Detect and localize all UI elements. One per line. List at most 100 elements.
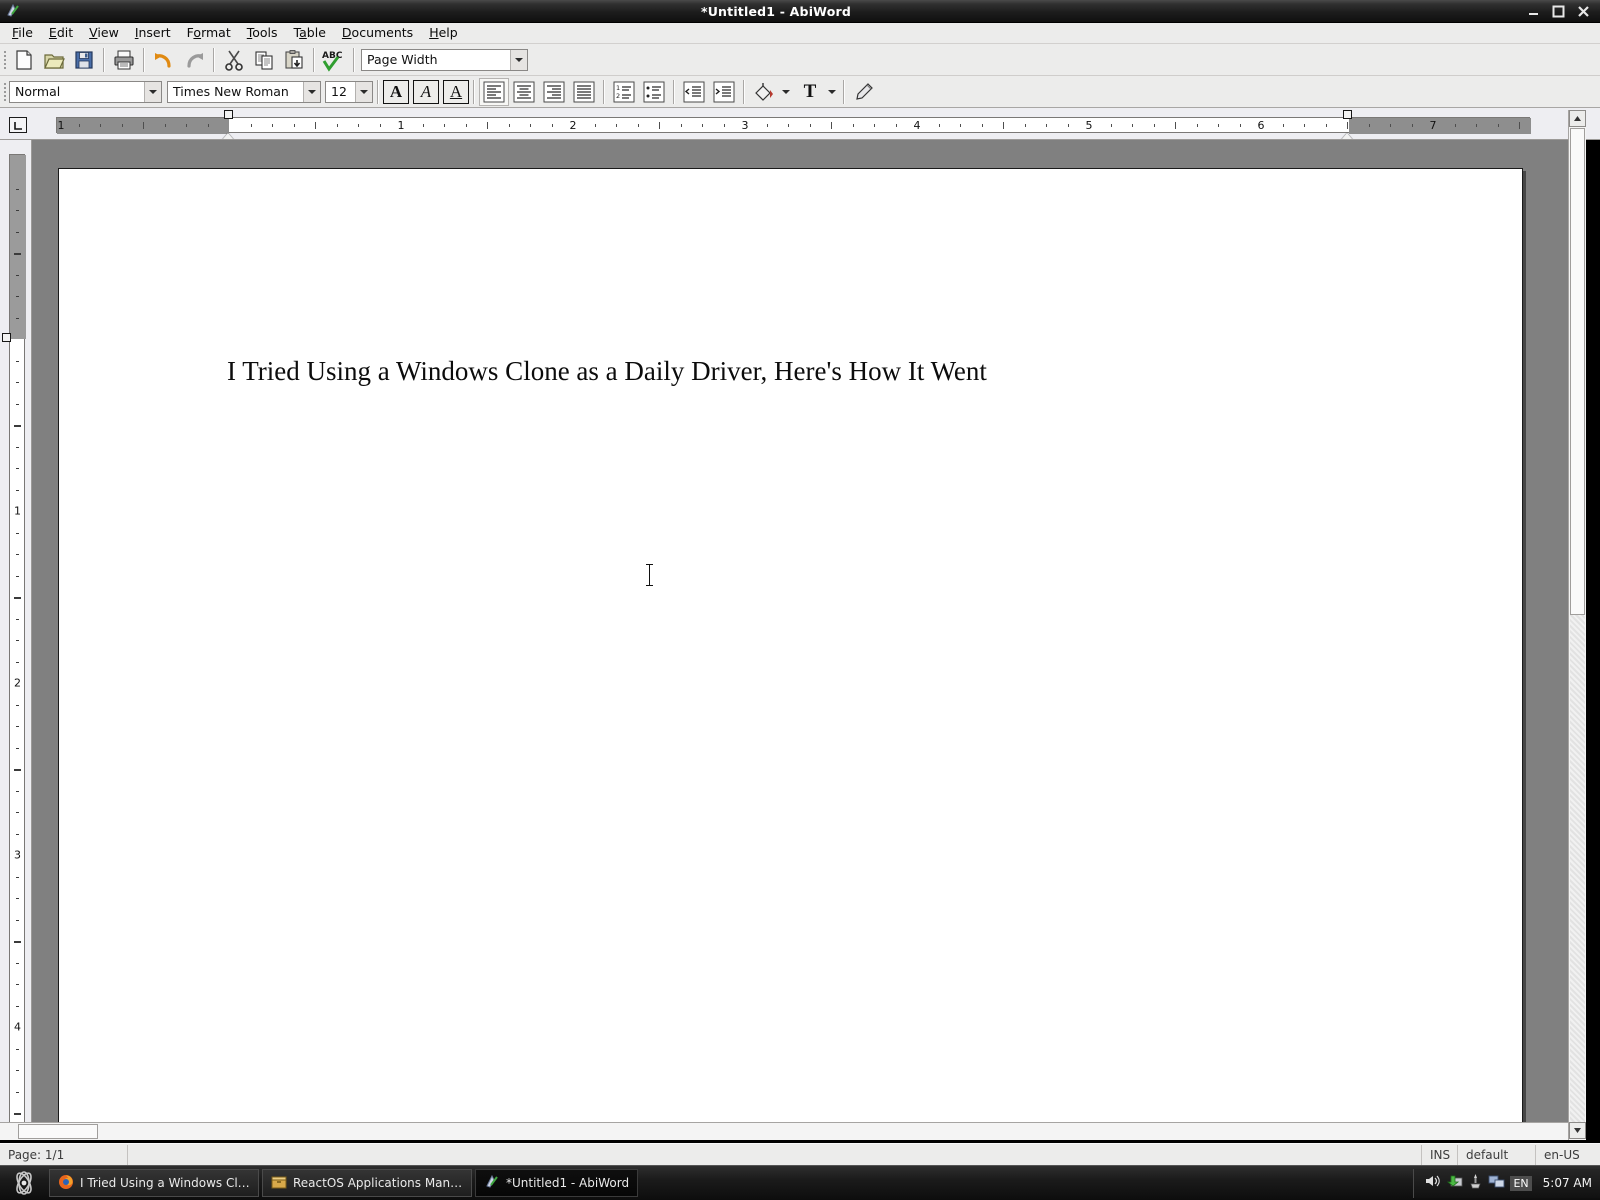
numbered-list-button[interactable]: 1 2 [609, 78, 639, 106]
status-style[interactable]: default [1458, 1144, 1536, 1165]
fill-color-dropdown[interactable] [779, 79, 793, 105]
ruler-tick [1132, 124, 1133, 127]
zoom-combo-arrow[interactable] [510, 49, 527, 70]
document-canvas[interactable]: I Tried Using a Windows Clone as a Daily… [32, 140, 1568, 1140]
tool-icon[interactable] [1468, 1173, 1483, 1194]
menu-file[interactable]: File [4, 23, 41, 43]
paste-button[interactable] [279, 46, 309, 74]
left-indent-top-marker[interactable] [224, 110, 233, 119]
start-button[interactable] [2, 1168, 46, 1199]
toolbar-separator [143, 47, 145, 72]
horizontal-scrollbar-thumb[interactable] [18, 1124, 98, 1139]
top-margin-marker[interactable] [2, 333, 11, 342]
fill-color-button[interactable] [749, 78, 779, 106]
undo-button[interactable] [149, 46, 179, 74]
toolbar-separator [743, 79, 745, 104]
vertical-scrollbar[interactable] [1568, 110, 1586, 1140]
underline-label: A [449, 81, 463, 101]
bold-button[interactable]: A [383, 79, 409, 104]
scroll-up-button[interactable] [1569, 110, 1586, 127]
menu-insert[interactable]: Insert [127, 23, 179, 43]
network-monitor-icon[interactable] [1488, 1173, 1505, 1194]
align-left-button[interactable] [479, 77, 509, 106]
text-cursor [646, 564, 653, 586]
menu-table[interactable]: Table [286, 23, 334, 43]
redo-button[interactable] [179, 46, 209, 74]
ruler-tick [16, 1091, 19, 1093]
vertical-ruler-track[interactable]: 1 2 3 4 [9, 154, 26, 1139]
copy-button[interactable] [249, 46, 279, 74]
zoom-combo[interactable]: Page Width [361, 48, 528, 71]
taskbar-item-reactos-apps[interactable]: ReactOS Applications Mana... [262, 1169, 472, 1197]
toolbar-grip[interactable] [0, 79, 9, 105]
status-insert-mode[interactable]: INS [1422, 1144, 1458, 1165]
style-combo[interactable]: Normal [9, 80, 162, 103]
toolbar-grip[interactable] [0, 47, 9, 73]
document-page[interactable]: I Tried Using a Windows Clone as a Daily… [58, 168, 1523, 1140]
format-painter-button[interactable] [849, 78, 879, 106]
align-right-button[interactable] [539, 78, 569, 106]
underline-button[interactable]: A [443, 79, 469, 104]
taskbar-item-abiword[interactable]: *Untitled1 - AbiWord [475, 1169, 639, 1197]
text-color-button[interactable]: T [795, 78, 825, 106]
close-button[interactable] [1576, 4, 1591, 19]
font-combo-arrow[interactable] [303, 81, 320, 102]
toolbar-separator [473, 79, 475, 104]
right-indent-top-marker[interactable] [1343, 110, 1352, 119]
menu-edit[interactable]: Edit [41, 23, 81, 43]
taskbar-item-label: ReactOS Applications Mana... [293, 1176, 463, 1190]
print-button[interactable] [109, 46, 139, 74]
cut-button[interactable] [219, 46, 249, 74]
taskbar: I Tried Using a Windows Clo... ReactOS A… [0, 1165, 1600, 1200]
status-language[interactable]: en-US [1536, 1145, 1600, 1165]
document-body-text[interactable]: I Tried Using a Windows Clone as a Daily… [227, 355, 1377, 389]
font-combo[interactable]: Times New Roman [167, 80, 321, 103]
ruler-number: 2 [14, 676, 21, 690]
maximize-button[interactable] [1551, 4, 1566, 19]
right-indent-bottom-marker[interactable] [1341, 133, 1353, 139]
spellcheck-button[interactable]: ABC [319, 46, 349, 74]
menu-documents[interactable]: Documents [334, 23, 421, 43]
text-color-dropdown[interactable] [825, 79, 839, 105]
horizontal-scrollbar[interactable] [0, 1122, 1568, 1140]
title-bar: *Untitled1 - AbiWord [0, 0, 1600, 23]
decrease-indent-button[interactable] [679, 78, 709, 106]
horizontal-ruler[interactable]: 1 2 3 4 5 6 7 1 [0, 108, 1600, 140]
vertical-scrollbar-thumb[interactable] [1570, 128, 1585, 615]
network-arrow-icon[interactable] [1446, 1173, 1463, 1194]
align-justify-button[interactable] [569, 78, 599, 106]
italic-button[interactable]: A [413, 79, 439, 104]
taskbar-item-firefox[interactable]: I Tried Using a Windows Clo... [49, 1169, 259, 1197]
font-size-combo-arrow[interactable] [355, 81, 372, 102]
volume-speaker-icon[interactable] [1424, 1173, 1441, 1194]
minimize-button[interactable] [1526, 4, 1541, 19]
ruler-tick [1454, 124, 1456, 127]
increase-indent-button[interactable] [709, 78, 739, 106]
new-button[interactable] [9, 46, 39, 74]
font-size-combo[interactable]: 12 [325, 80, 373, 103]
align-center-button[interactable] [509, 78, 539, 106]
right-margin-zone [1349, 118, 1531, 134]
language-indicator[interactable]: EN [1510, 1175, 1532, 1191]
package-icon [271, 1174, 287, 1193]
ruler-track[interactable]: 1 2 3 4 5 6 7 1 [56, 117, 1531, 134]
open-button[interactable] [39, 46, 69, 74]
font-combo-value: Times New Roman [173, 84, 289, 99]
vertical-scrollbar-track[interactable] [1570, 615, 1585, 1122]
bulleted-list-button[interactable] [639, 78, 669, 106]
ruler-tick [1282, 124, 1284, 127]
menu-help[interactable]: Help [421, 23, 466, 43]
taskbar-clock[interactable]: 5:07 AM [1537, 1176, 1592, 1190]
menu-bar: File Edit View Insert Format Tools Table… [0, 23, 1600, 44]
menu-view[interactable]: View [81, 23, 127, 43]
menu-format[interactable]: Format [179, 23, 239, 43]
scroll-down-button[interactable] [1569, 1122, 1586, 1139]
menu-tools[interactable]: Tools [239, 23, 286, 43]
taskbar-item-label: I Tried Using a Windows Clo... [80, 1176, 250, 1190]
left-indent-bottom-marker[interactable] [222, 133, 234, 139]
tab-stop-selector[interactable] [9, 117, 27, 133]
style-combo-arrow[interactable] [144, 81, 161, 102]
save-button[interactable] [69, 46, 99, 74]
vertical-ruler[interactable]: 1 2 3 4 [0, 140, 32, 1140]
ruler-tick [895, 124, 897, 127]
